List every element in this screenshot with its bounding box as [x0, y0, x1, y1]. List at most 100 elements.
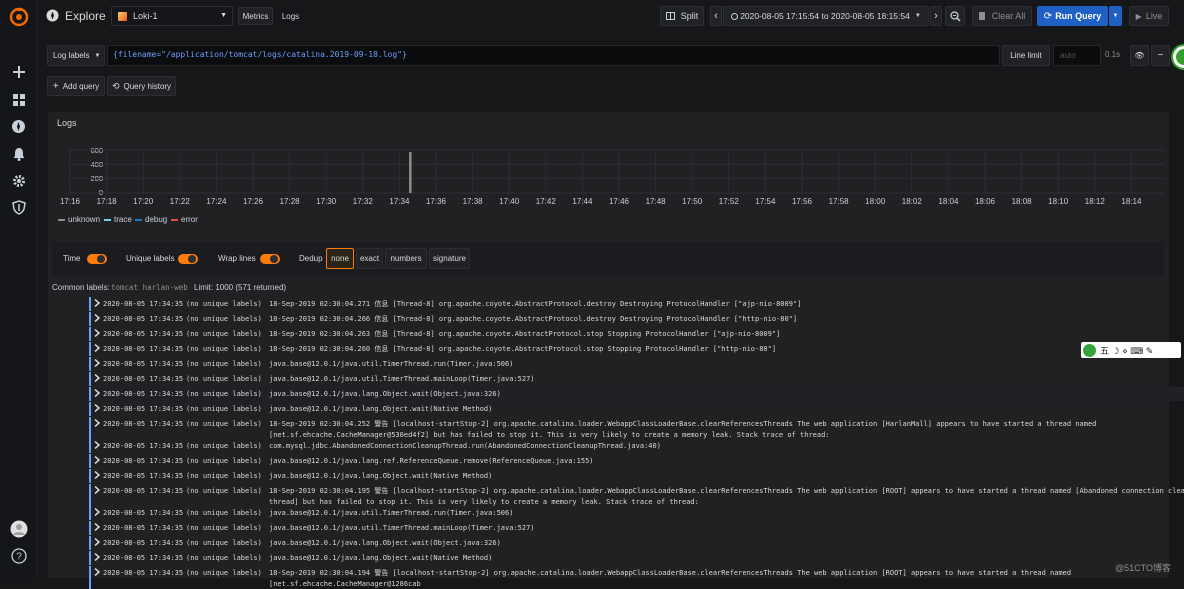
log-row[interactable]: 2020-08-05 17:34:35 (no unique labels) 18-… [89, 327, 1184, 341]
explore-compass-icon[interactable] [8, 116, 29, 137]
log-row[interactable]: 2020-08-05 17:34:35 (no unique labels) co… [89, 439, 1184, 453]
split-button[interactable]: Split [660, 6, 704, 26]
unique-labels-toggle[interactable] [178, 254, 198, 264]
zoom-out-button[interactable] [945, 6, 965, 26]
dedup-none-button[interactable]: none [326, 248, 354, 269]
log-row[interactable]: 2020-08-05 17:34:35 (no unique labels) ja… [89, 402, 1184, 416]
chevron-right-icon[interactable] [94, 441, 100, 449]
dashboards-icon[interactable] [8, 89, 29, 110]
help-icon[interactable]: ? [8, 545, 29, 566]
log-row[interactable]: 2020-08-05 17:34:35 (no unique labels) 18-… [89, 417, 1184, 440]
loki-datasource-icon [118, 11, 127, 21]
chevron-right-icon[interactable] [94, 329, 100, 337]
log-row[interactable]: 2020-08-05 17:34:35 (no unique labels) ja… [89, 521, 1184, 535]
chevron-right-icon[interactable] [94, 314, 100, 322]
floating-widget-icon[interactable] [1171, 44, 1184, 70]
user-avatar[interactable] [8, 518, 29, 539]
wrap-lines-toggle-label: Wrap lines [218, 254, 256, 263]
log-row[interactable]: 2020-08-05 17:34:35 (no unique labels) 18-… [89, 342, 1184, 356]
live-button[interactable]: ▶ Live [1129, 6, 1169, 26]
chevron-right-icon[interactable] [94, 299, 100, 307]
chevron-right-icon[interactable] [94, 344, 100, 352]
query-history-button[interactable]: ⟲ Query history [107, 76, 176, 96]
run-query-button[interactable]: ⟳ Run Query [1037, 6, 1108, 26]
server-admin-shield-icon[interactable] [8, 197, 29, 218]
log-row[interactable]: 2020-08-05 17:34:35 (no unique labels) ja… [89, 387, 1184, 401]
chevron-right-icon[interactable] [94, 374, 100, 382]
log-row[interactable]: 2020-08-05 17:34:35 (no unique labels) ja… [89, 357, 1184, 371]
log-row[interactable]: 2020-08-05 17:34:35 (no unique labels) ja… [89, 536, 1184, 550]
datasource-picker[interactable]: Loki-1 ▼ [111, 6, 233, 26]
chart-bar [409, 152, 412, 193]
log-row[interactable]: 2020-08-05 17:34:35 (no unique labels) ja… [89, 454, 1184, 468]
x-tick-label: 17:46 [608, 197, 630, 206]
log-level-indicator [89, 297, 91, 311]
log-row[interactable]: 2020-08-05 17:34:35 (no unique labels) ja… [89, 506, 1184, 520]
log-unique-labels: (no unique labels) [186, 442, 262, 450]
tab-metrics[interactable]: Metrics [238, 7, 273, 25]
log-labels-button[interactable]: Log labels ▼ [47, 45, 105, 66]
dedup-label: Dedup [299, 254, 323, 263]
chevron-down-icon: ▼ [94, 52, 101, 59]
configuration-gear-icon[interactable] [8, 170, 29, 191]
line-limit-input[interactable]: auto [1053, 45, 1101, 66]
log-row[interactable]: 2020-08-05 17:34:35 (no unique labels) 18-… [89, 484, 1184, 507]
log-timestamp: 2020-08-05 17:34:35 [103, 330, 184, 338]
legend-item-error[interactable]: error [171, 215, 198, 224]
chevron-right-icon[interactable] [94, 359, 100, 367]
datasource-name: Loki-1 [133, 11, 158, 21]
dedup-numbers-button[interactable]: numbers [385, 248, 427, 269]
x-tick-label: 17:32 [352, 197, 373, 206]
legend-item-trace[interactable]: trace [104, 215, 132, 224]
chevron-right-icon[interactable] [94, 538, 100, 546]
run-query-dropdown[interactable]: ▼ [1109, 6, 1122, 26]
time-range-picker[interactable]: 2020-08-05 17:15:54 to 2020-08-05 18:15:… [723, 6, 929, 26]
run-query-label: Run Query [1055, 11, 1102, 21]
wrap-lines-toggle[interactable] [260, 254, 280, 264]
dedup-exact-button[interactable]: exact [356, 248, 383, 269]
chevron-right-icon[interactable] [94, 419, 100, 427]
refresh-icon: ⟳ [1043, 10, 1053, 22]
log-row[interactable]: 2020-08-05 17:34:35 (no unique labels) 18-… [89, 297, 1184, 311]
grafana-logo-icon[interactable] [8, 6, 29, 27]
ime-toolbar[interactable]: 五 ☽ ⋄ ⌨ ✎ [1081, 342, 1181, 358]
log-timestamp: 2020-08-05 17:34:35 [103, 405, 184, 413]
chevron-right-icon[interactable] [94, 553, 100, 561]
chevron-right-icon[interactable] [94, 508, 100, 516]
log-timestamp: 2020-08-05 17:34:35 [103, 375, 184, 383]
log-row[interactable]: 2020-08-05 17:34:35 (no unique labels) 18-… [89, 312, 1184, 326]
chevron-right-icon[interactable] [94, 389, 100, 397]
x-tick-label: 17:48 [645, 197, 666, 206]
chevron-right-icon[interactable] [94, 523, 100, 531]
dedup-signature-button[interactable]: signature [429, 248, 470, 269]
log-level-indicator [89, 536, 91, 550]
chevron-right-icon[interactable] [94, 486, 100, 494]
log-message: java.base@12.0.1/java.util.TimerThread.m… [269, 375, 535, 383]
chevron-right-icon[interactable] [94, 456, 100, 464]
remove-query-button[interactable]: − [1151, 45, 1170, 66]
log-row[interactable]: 2020-08-05 17:34:35 (no unique labels) ja… [89, 551, 1184, 565]
add-query-button[interactable]: + Add query [47, 76, 105, 96]
plus-icon[interactable] [8, 61, 29, 82]
log-message: 18-Sep-2019 02:30:04.252 警告 [localhost-s… [269, 420, 1097, 439]
chevron-right-icon[interactable] [94, 404, 100, 412]
log-row[interactable]: 2020-08-05 17:34:35 (no unique labels) ja… [89, 469, 1184, 483]
log-unique-labels: (no unique labels) [186, 569, 262, 577]
chevron-right-icon[interactable] [94, 568, 100, 576]
time-toggle[interactable] [87, 254, 107, 264]
time-back-button[interactable]: ‹ [710, 6, 722, 26]
query-input[interactable]: {filename="/application/tomcat/logs/cata… [107, 45, 1000, 66]
log-unique-labels: (no unique labels) [186, 330, 262, 338]
legend-item-debug[interactable]: debug [135, 215, 167, 224]
chevron-right-icon[interactable] [94, 471, 100, 479]
legend-item-unknown[interactable]: unknown [58, 215, 100, 224]
alerting-bell-icon[interactable] [8, 143, 29, 164]
x-tick-label: 18:04 [938, 197, 959, 206]
log-message: java.base@12.0.1/java.util.TimerThread.r… [269, 360, 514, 368]
toggle-query-button[interactable]: 👁 [1130, 45, 1149, 66]
clear-all-button[interactable]: Clear All [972, 6, 1032, 26]
log-timestamp: 2020-08-05 17:34:35 [103, 539, 184, 547]
tab-logs[interactable]: Logs [277, 7, 304, 25]
log-row[interactable]: 2020-08-05 17:34:35 (no unique labels) ja… [89, 372, 1184, 386]
time-forward-button[interactable]: › [930, 6, 942, 26]
